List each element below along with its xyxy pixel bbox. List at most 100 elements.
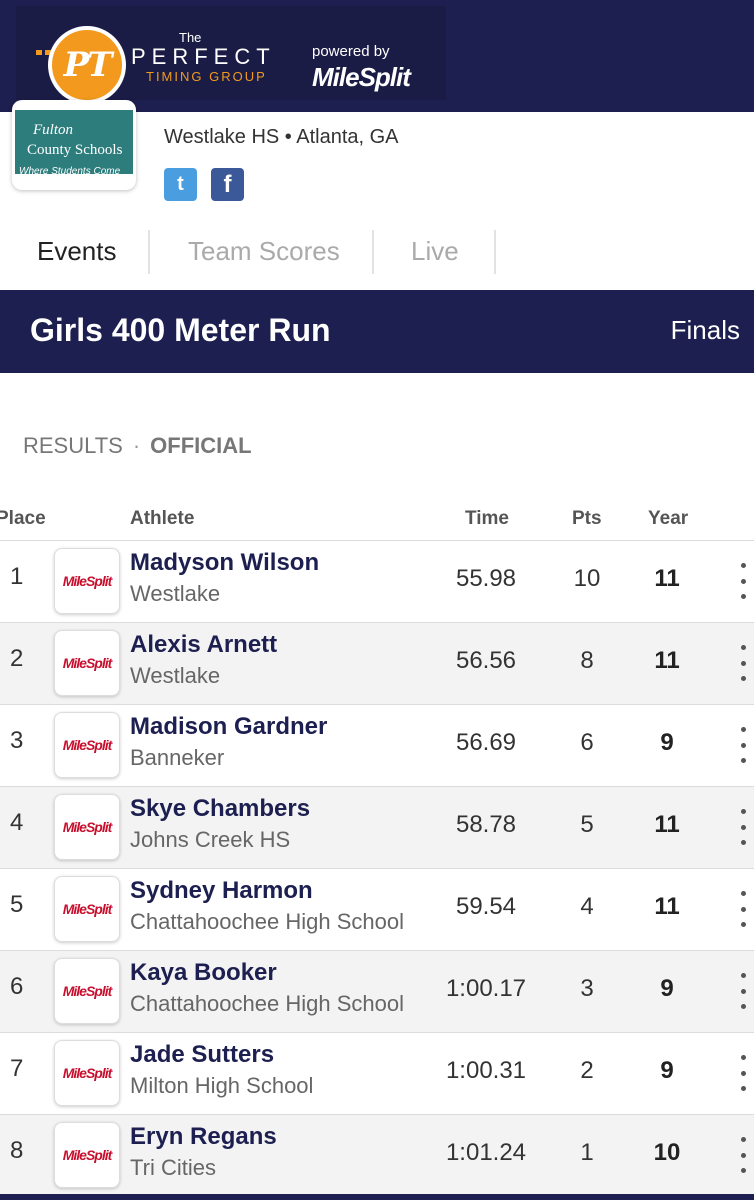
tab-events[interactable]: Events xyxy=(37,226,117,276)
meet-tabs: Events Team Scores Live xyxy=(0,226,754,280)
result-place: 6 xyxy=(10,973,24,1000)
event-header: Girls 400 Meter Run Finals xyxy=(0,290,754,373)
result-points: 2 xyxy=(580,1057,594,1084)
milesplit-logo: MileSplit xyxy=(312,62,411,92)
more-options-icon[interactable] xyxy=(736,809,750,845)
milesplit-avatar-logo: MileSplit xyxy=(62,901,113,917)
athlete-team[interactable]: Tri Cities xyxy=(130,1155,216,1181)
tab-divider xyxy=(148,230,150,274)
logo-the-text: The xyxy=(179,30,202,45)
logo-timing-group-text: TIMING GROUP xyxy=(146,69,267,84)
results-separator: · xyxy=(132,433,141,458)
results-official: OFFICIAL xyxy=(150,433,252,458)
athlete-avatar[interactable]: MileSplit xyxy=(54,630,120,696)
header-place: Place xyxy=(0,508,46,529)
milesplit-avatar-logo: MileSplit xyxy=(62,1065,113,1081)
milesplit-avatar-logo: MileSplit xyxy=(62,737,113,753)
results-status: RESULTS · OFFICIAL xyxy=(23,433,252,459)
tab-team-scores[interactable]: Team Scores xyxy=(188,226,340,276)
athlete-team[interactable]: Banneker xyxy=(130,745,224,771)
athlete-avatar[interactable]: MileSplit xyxy=(54,712,120,778)
athlete-year: 10 xyxy=(653,1139,681,1166)
bottom-bar xyxy=(0,1194,754,1200)
more-options-icon[interactable] xyxy=(736,891,750,927)
milesplit-avatar-logo: MileSplit xyxy=(62,983,113,999)
athlete-name[interactable]: Alexis Arnett xyxy=(130,631,277,659)
table-row[interactable]: 2 MileSplit Alexis Arnett Westlake 56.56 8 11 xyxy=(0,622,754,704)
athlete-name[interactable]: Madyson Wilson xyxy=(130,549,319,577)
more-options-icon[interactable] xyxy=(736,973,750,1009)
result-time: 55.98 xyxy=(455,565,517,592)
more-options-icon[interactable] xyxy=(736,1137,750,1173)
athlete-avatar[interactable]: MileSplit xyxy=(54,1122,120,1188)
result-place: 2 xyxy=(10,645,24,672)
milesplit-avatar-logo: MileSplit xyxy=(62,819,113,835)
tab-live[interactable]: Live xyxy=(411,226,459,276)
milesplit-avatar-logo: MileSplit xyxy=(62,655,113,671)
meet-host-logo: Fulton County Schools Where Students Com… xyxy=(12,100,136,190)
result-points: 6 xyxy=(580,729,594,756)
table-row[interactable]: 3 MileSplit Madison Gardner Banneker 56.69 6 9 xyxy=(0,704,754,786)
more-options-icon[interactable] xyxy=(736,727,750,763)
result-time: 56.56 xyxy=(455,647,517,674)
tab-divider xyxy=(494,230,496,274)
header-banner: PT The PERFECT TIMING GROUP powered by M… xyxy=(0,0,754,112)
athlete-avatar[interactable]: MileSplit xyxy=(54,958,120,1024)
results-table-header: Place Athlete Time Pts Year xyxy=(0,508,754,538)
perfect-timing-logo: PT xyxy=(48,26,126,104)
athlete-name[interactable]: Sydney Harmon xyxy=(130,877,313,905)
twitter-share-icon[interactable]: t xyxy=(164,168,197,201)
result-points: 8 xyxy=(580,647,594,674)
results-label: RESULTS xyxy=(23,433,123,458)
result-time: 1:00.17 xyxy=(445,975,527,1002)
header-athlete: Athlete xyxy=(130,508,195,529)
athlete-team[interactable]: Chattahoochee High School xyxy=(130,991,404,1017)
table-row[interactable]: 5 MileSplit Sydney Harmon Chattahoochee Hig… xyxy=(0,868,754,950)
athlete-name[interactable]: Eryn Regans xyxy=(130,1123,277,1151)
athlete-name[interactable]: Jade Sutters xyxy=(130,1041,274,1069)
table-row[interactable]: 4 MileSplit Skye Chambers Johns Creek HS 58.… xyxy=(0,786,754,868)
more-options-icon[interactable] xyxy=(736,645,750,681)
athlete-name[interactable]: Skye Chambers xyxy=(130,795,310,823)
tab-divider xyxy=(372,230,374,274)
event-round[interactable]: Finals xyxy=(671,315,740,346)
athlete-team[interactable]: Westlake xyxy=(130,663,220,689)
result-place: 8 xyxy=(10,1137,24,1164)
table-row[interactable]: 6 MileSplit Kaya Booker Chattahoochee High … xyxy=(0,950,754,1032)
logo-perfect-text: PERFECT xyxy=(131,44,276,69)
result-points: 3 xyxy=(580,975,594,1002)
table-row[interactable]: 7 MileSplit Jade Sutters Milton High School… xyxy=(0,1032,754,1114)
more-options-icon[interactable] xyxy=(736,563,750,599)
event-title: Girls 400 Meter Run xyxy=(30,312,331,348)
table-row[interactable]: 1 MileSplit Madyson Wilson Westlake 55.98 10 1… xyxy=(0,540,754,622)
meet-location: Westlake HS • Atlanta, GA xyxy=(164,126,399,148)
athlete-year: 11 xyxy=(654,647,680,674)
result-points: 5 xyxy=(580,811,594,838)
facebook-share-icon[interactable]: f xyxy=(211,168,244,201)
result-place: 5 xyxy=(10,891,24,918)
athlete-year: 9 xyxy=(660,975,674,1002)
athlete-avatar[interactable]: MileSplit xyxy=(54,794,120,860)
result-time: 59.54 xyxy=(455,893,517,920)
athlete-team[interactable]: Westlake xyxy=(130,581,220,607)
athlete-team[interactable]: Johns Creek HS xyxy=(130,827,290,853)
athlete-team[interactable]: Chattahoochee High School xyxy=(130,909,404,935)
athlete-name[interactable]: Madison Gardner xyxy=(130,713,327,741)
milesplit-avatar-logo: MileSplit xyxy=(62,573,113,589)
result-points: 1 xyxy=(580,1139,594,1166)
athlete-avatar[interactable]: MileSplit xyxy=(54,876,120,942)
athlete-team[interactable]: Milton High School xyxy=(130,1073,313,1099)
header-pts: Pts xyxy=(572,508,602,529)
result-place: 4 xyxy=(10,809,24,836)
more-options-icon[interactable] xyxy=(736,1055,750,1091)
result-place: 7 xyxy=(10,1055,24,1082)
sponsor-logo-panel[interactable]: PT The PERFECT TIMING GROUP powered by M… xyxy=(16,6,446,104)
fulton-county-schools-logo: Fulton County Schools Where Students Com… xyxy=(15,110,133,188)
athlete-name[interactable]: Kaya Booker xyxy=(130,959,277,987)
table-row[interactable]: 8 MileSplit Eryn Regans Tri Cities 1:01.24 1 1… xyxy=(0,1114,754,1196)
athlete-year: 11 xyxy=(654,811,680,838)
athlete-avatar[interactable]: MileSplit xyxy=(54,1040,120,1106)
athlete-avatar[interactable]: MileSplit xyxy=(54,548,120,614)
athlete-year: 9 xyxy=(660,729,674,756)
athlete-year: 9 xyxy=(660,1057,674,1084)
